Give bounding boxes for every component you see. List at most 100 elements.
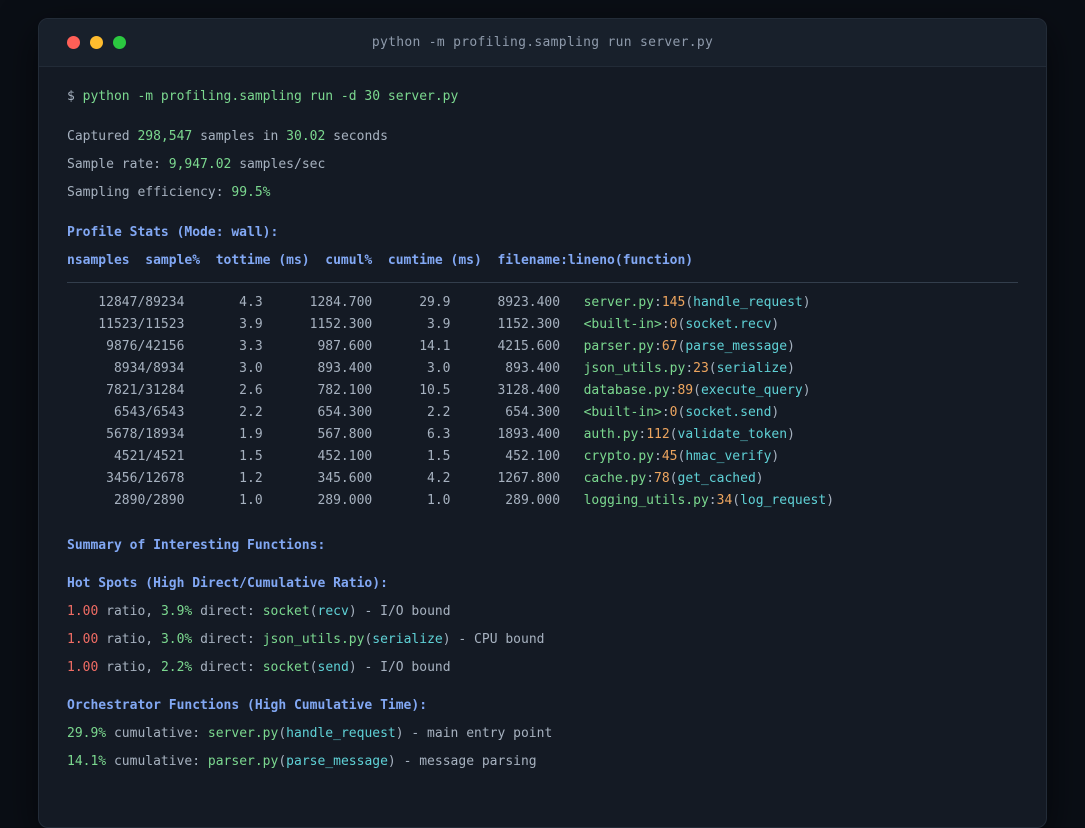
text-segment: parser.py — [207, 754, 279, 769]
text-segment: Captured — [67, 129, 138, 144]
text-segment: - I/O bound — [356, 604, 451, 619]
table-row: 9876/42156 3.3 987.600 14.1 4215.600 par… — [67, 336, 1018, 358]
table-row: 11523/11523 3.9 1152.300 3.9 1152.300 <b… — [67, 314, 1018, 336]
text-segment: direct: — [192, 660, 263, 675]
text-segment: log_request — [740, 493, 827, 508]
text-segment: ) — [771, 449, 780, 464]
text-segment: Hot Spots (High Direct/Cumulative Ratio)… — [67, 576, 388, 591]
text-segment: auth.py — [583, 427, 639, 442]
table-divider — [67, 282, 1018, 283]
text-segment: ) — [802, 295, 811, 310]
captured-line: Captured 298,547 samples in 30.02 second… — [67, 123, 1018, 151]
text-segment: handle_request — [693, 295, 803, 310]
text-segment: ratio, — [98, 604, 161, 619]
window-title: python -m profiling.sampling run server.… — [371, 35, 714, 50]
text-segment: json_utils.py — [583, 361, 686, 376]
text-segment: ( — [309, 604, 318, 619]
terminal-titlebar: python -m profiling.sampling run server.… — [39, 19, 1046, 67]
text-segment: socket — [262, 660, 310, 675]
text-segment: : — [654, 295, 662, 310]
text-segment: ) — [787, 339, 795, 354]
text-segment: 4521/4521 1.5 452.100 1.5 452.100 — [67, 449, 584, 464]
text-segment: 6543/6543 2.2 654.300 2.2 654.300 — [67, 405, 584, 420]
text-segment: 30.02 — [286, 129, 326, 144]
sample-rate-line: Sample rate: 9,947.02 samples/sec — [67, 151, 1018, 179]
text-segment: 0 — [669, 405, 678, 420]
text-segment: 298,547 — [137, 129, 193, 144]
text-segment: <built-in> — [583, 317, 662, 332]
text-segment: : — [654, 449, 662, 464]
text-segment: ratio, — [98, 660, 161, 675]
text-segment: ( — [278, 726, 287, 741]
text-segment: ) — [395, 726, 404, 741]
text-segment: Orchestrator Functions (High Cumulative … — [67, 698, 428, 713]
text-segment: 2890/2890 1.0 289.000 1.0 289.000 — [67, 493, 584, 508]
text-segment: 2.2% — [160, 660, 193, 675]
text-segment: socket — [262, 604, 310, 619]
text-segment: ) — [826, 493, 835, 508]
text-segment: 1.00 — [67, 660, 99, 675]
text-segment: parse_message — [685, 339, 788, 354]
close-button[interactable] — [67, 36, 80, 49]
efficiency-line: Sampling efficiency: 99.5% — [67, 179, 1018, 207]
text-segment: : — [685, 361, 694, 376]
table-row: 4521/4521 1.5 452.100 1.5 452.100 crypto… — [67, 446, 1018, 468]
text-segment: validate_token — [677, 427, 788, 442]
orchestrator-heading: Orchestrator Functions (High Cumulative … — [67, 692, 1018, 720]
hot-spot-line: 1.00 ratio, 2.2% direct: socket(send) - … — [67, 654, 1018, 682]
text-segment: 3456/12678 1.2 345.600 4.2 1267.800 — [67, 471, 584, 486]
text-segment: serialize — [716, 361, 788, 376]
text-segment: : — [708, 493, 717, 508]
text-segment: 12847/89234 4.3 1284.700 29.9 8923.400 — [67, 295, 584, 310]
text-segment: python -m profiling.sampling run -d 30 s… — [82, 89, 459, 104]
text-segment: 89 — [677, 383, 694, 398]
zoom-button[interactable] — [113, 36, 126, 49]
text-segment: cumulative: — [106, 754, 208, 769]
text-segment: 112 — [646, 427, 670, 442]
text-segment: ) — [387, 754, 396, 769]
text-segment: logging_utils.py — [583, 493, 709, 508]
text-segment: ( — [708, 361, 717, 376]
text-segment: seconds — [325, 129, 388, 144]
text-segment: ( — [669, 471, 678, 486]
terminal-window: python -m profiling.sampling run server.… — [38, 18, 1047, 828]
text-segment: get_cached — [677, 471, 756, 486]
orchestrator-line: 29.9% cumulative: server.py(handle_reque… — [67, 720, 1018, 748]
text-segment: database.py — [583, 383, 670, 398]
text-segment: 23 — [693, 361, 709, 376]
text-segment: 0 — [669, 317, 678, 332]
terminal-output: $ python -m profiling.sampling run -d 30… — [39, 67, 1046, 804]
text-segment: crypto.py — [583, 449, 655, 464]
text-segment: : — [661, 405, 670, 420]
text-segment: : — [646, 471, 655, 486]
text-segment: ( — [693, 383, 701, 398]
command-line: $ python -m profiling.sampling run -d 30… — [67, 83, 1018, 111]
text-segment: 34 — [716, 493, 733, 508]
text-segment: ) — [771, 317, 780, 332]
text-segment: $ — [67, 89, 83, 104]
text-segment: 9876/42156 3.3 987.600 14.1 4215.600 — [67, 339, 584, 354]
text-segment: 8934/8934 3.0 893.400 3.0 893.400 — [67, 361, 584, 376]
text-segment: handle_request — [286, 726, 396, 741]
text-segment: - main entry point — [403, 726, 553, 741]
text-segment: 7821/31284 2.6 782.100 10.5 3128.400 — [67, 383, 584, 398]
text-segment: ( — [309, 660, 318, 675]
text-segment: serialize — [372, 632, 443, 647]
minimize-button[interactable] — [90, 36, 103, 49]
text-segment: ( — [669, 427, 678, 442]
table-row: 7821/31284 2.6 782.100 10.5 3128.400 dat… — [67, 380, 1018, 402]
text-segment: parse_message — [286, 754, 388, 769]
text-segment: 29.9% — [67, 726, 107, 741]
text-segment: ) — [771, 405, 780, 420]
text-segment: 99.5% — [231, 185, 271, 200]
text-segment: 67 — [661, 339, 678, 354]
text-segment: ) — [787, 427, 795, 442]
text-segment: 3.0% — [160, 632, 193, 647]
text-segment: hmac_verify — [685, 449, 772, 464]
text-segment: server.py — [207, 726, 279, 741]
text-segment: ( — [732, 493, 741, 508]
